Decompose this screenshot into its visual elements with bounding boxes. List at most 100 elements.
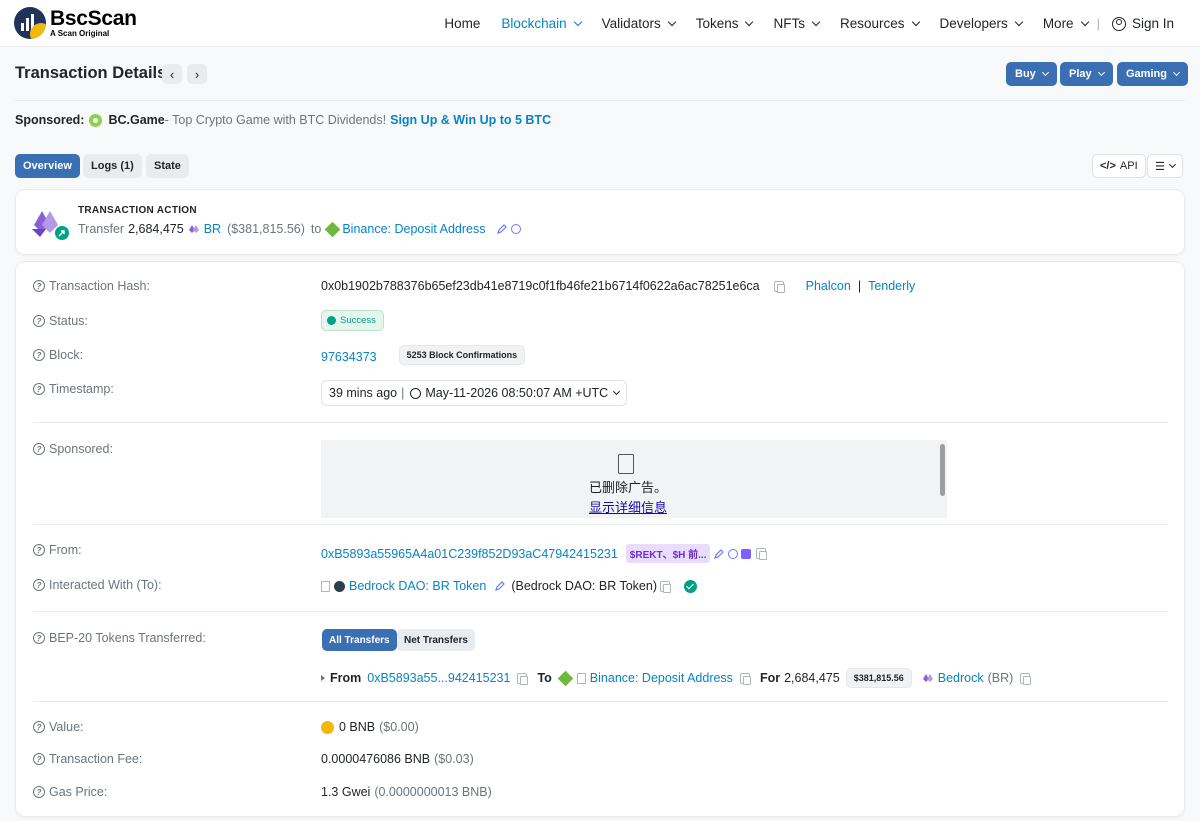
document-icon	[618, 454, 634, 474]
brand-tagline: A Scan Original	[50, 29, 110, 38]
tab-overview[interactable]: Overview	[15, 154, 80, 178]
transfer-to-keyword: To	[537, 671, 552, 685]
tokens-transferred-label: ? BEP-20 Tokens Transferred:	[33, 631, 206, 645]
label-icon[interactable]	[728, 548, 739, 559]
bnb-icon	[321, 720, 334, 734]
chevron-down-icon	[1041, 68, 1049, 76]
copy-icon[interactable]	[517, 672, 529, 685]
sponsor-name[interactable]: BC.Game	[108, 113, 164, 127]
copy-icon[interactable]	[660, 580, 671, 593]
next-transaction-button[interactable]: ›	[187, 64, 207, 84]
action-destination-link[interactable]: Binance: Deposit Address	[342, 222, 485, 236]
code-icon: </>	[1100, 160, 1116, 172]
divider	[33, 701, 1168, 702]
tenderly-link[interactable]: Tenderly	[868, 279, 915, 293]
phalcon-link[interactable]: Phalcon	[806, 279, 851, 293]
help-icon: ?	[33, 315, 45, 327]
copy-icon[interactable]	[1020, 672, 1032, 685]
block-label: ? Block:	[33, 348, 83, 362]
help-icon: ?	[33, 544, 45, 556]
wallet-icon[interactable]	[741, 548, 752, 559]
chevron-down-icon	[1080, 17, 1089, 26]
interacted-with-label: ? Interacted With (To):	[33, 578, 162, 592]
label-icon[interactable]	[511, 224, 522, 234]
contract-icon	[321, 580, 330, 592]
ad-details-link[interactable]: 显示详细信息	[321, 497, 935, 516]
brand-name: BscScan	[50, 7, 137, 30]
transfer-token-link[interactable]: Bedrock	[938, 671, 984, 685]
edit-icon[interactable]	[714, 548, 725, 559]
action-usd: ($381,815.56)	[227, 222, 305, 236]
transfer-from-keyword: From	[330, 671, 362, 685]
tab-net-transfers[interactable]: Net Transfers	[397, 629, 475, 651]
hash-label: ? Transaction Hash:	[33, 279, 150, 293]
nav-tokens[interactable]: Tokens	[696, 16, 754, 31]
copy-icon[interactable]	[773, 280, 785, 293]
contract-link[interactable]: Bedrock DAO: BR Token	[349, 579, 486, 593]
transaction-fee-value: 0.0000476086 BNB ($0.03)	[321, 752, 474, 766]
interacted-with-value: Bedrock DAO: BR Token (Bedrock DAO: BR T…	[321, 579, 697, 593]
action-token-link[interactable]: BR	[204, 222, 221, 236]
sign-in-link[interactable]: Sign In	[1111, 16, 1174, 31]
timestamp-label: ? Timestamp:	[33, 382, 114, 396]
top-navbar: BscScan A Scan Original Home Blockchain …	[0, 0, 1200, 47]
transaction-action-summary: Transfer 2,684,475 BR ($381,815.56) to B…	[78, 221, 522, 237]
nav-nfts[interactable]: NFTs	[773, 16, 821, 31]
sponsored-row-label: ? Sponsored:	[33, 442, 113, 456]
copy-icon[interactable]	[756, 548, 768, 560]
hash-value-row: 0x0b1902b788376b65ef23db41e8719c0f1fb46f…	[321, 279, 915, 293]
bedrock-dao-icon	[334, 580, 345, 592]
tab-all-transfers[interactable]: All Transfers	[322, 629, 397, 651]
bc-game-icon	[89, 113, 103, 127]
gaming-button[interactable]: Gaming	[1117, 62, 1188, 86]
token-transfer-row: From 0xB5893a55...942415231 To Binance: …	[321, 668, 1032, 688]
chevron-down-icon	[1172, 68, 1180, 76]
transaction-action-label: TRANSACTION ACTION	[78, 205, 197, 216]
play-button[interactable]: Play	[1060, 62, 1113, 86]
help-icon: ?	[33, 579, 45, 591]
transfer-from-link[interactable]: 0xB5893a55...942415231	[367, 671, 510, 685]
nav-resources[interactable]: Resources	[840, 16, 920, 31]
copy-icon[interactable]	[739, 672, 751, 685]
block-number-link[interactable]: 97634373	[321, 350, 377, 364]
list-icon: ☰	[1155, 160, 1165, 173]
nav-blockchain[interactable]: Blockchain	[501, 16, 582, 31]
view-options-button[interactable]: ☰	[1147, 154, 1183, 178]
caret-right-icon	[321, 675, 325, 681]
ad-placeholder: 已删除广告。 显示详细信息	[321, 440, 947, 518]
from-value: 0xB5893a55965A4a01C239f852D93aC479424152…	[321, 544, 768, 563]
block-value: 97634373 5253 Block Confirmations	[321, 345, 526, 365]
from-address-link[interactable]: 0xB5893a55965A4a01C239f852D93aC479424152…	[321, 547, 618, 561]
edit-icon[interactable]	[497, 224, 508, 234]
sponsor-text: - Top Crypto Game with BTC Dividends!	[164, 113, 387, 127]
nav-validators[interactable]: Validators	[602, 16, 676, 31]
chevron-down-icon	[1014, 17, 1024, 26]
bscscan-logo-icon	[14, 7, 46, 39]
nav-divider: |	[1096, 16, 1100, 31]
transfer-to-link[interactable]: Binance: Deposit Address	[590, 671, 733, 685]
ad-scrollbar[interactable]	[940, 444, 945, 496]
tab-state[interactable]: State	[146, 154, 189, 178]
bscscan-logo[interactable]: BscScan A Scan Original	[14, 7, 137, 39]
action-to: to	[310, 222, 322, 236]
nav-home[interactable]: Home	[444, 16, 480, 31]
bedrock-token-logo	[32, 211, 69, 240]
buy-button[interactable]: Buy	[1006, 62, 1057, 86]
br-token-icon	[188, 225, 199, 233]
action-amount: 2,684,475	[128, 222, 184, 236]
verified-check-icon	[684, 579, 697, 593]
nav-more[interactable]: More	[1043, 16, 1089, 31]
prev-transaction-button[interactable]: ‹	[162, 64, 182, 84]
edit-icon[interactable]	[495, 581, 506, 591]
address-tag[interactable]: $REKT、$H 前...	[625, 544, 711, 563]
gas-price-value: 1.3 Gwei (0.0000000013 BNB)	[321, 785, 492, 799]
api-button[interactable]: </> API	[1092, 154, 1146, 178]
chevron-down-icon	[811, 17, 821, 26]
tab-logs[interactable]: Logs (1)	[83, 154, 142, 178]
nav-developers[interactable]: Developers	[940, 16, 1024, 31]
chevron-down-icon	[573, 17, 582, 26]
chevron-down-icon	[745, 17, 754, 26]
confirmations-badge: 5253 Block Confirmations	[398, 345, 526, 365]
timestamp-dropdown[interactable]: 39 mins ago | May-11-2026 08:50:07 AM +U…	[321, 380, 628, 406]
sponsor-cta-link[interactable]: Sign Up & Win Up to 5 BTC	[390, 113, 551, 127]
